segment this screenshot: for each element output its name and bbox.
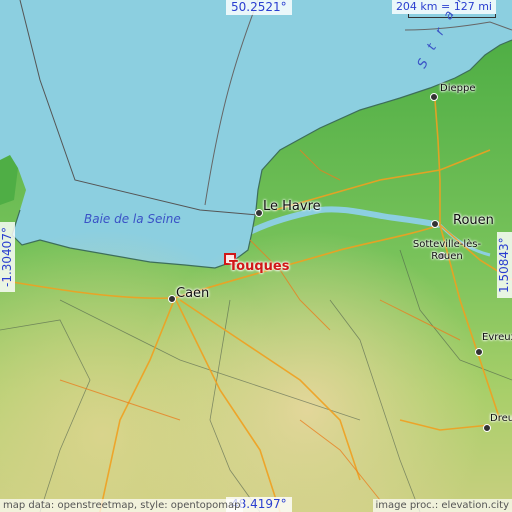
city-sotteville[interactable]: Sotteville-lès-Rouen bbox=[404, 239, 490, 263]
city-dot-evreux bbox=[475, 348, 483, 356]
attribution-left: map data: openstreetmap, style: opentopo… bbox=[0, 499, 244, 512]
coord-right-lon: 1.50843° bbox=[497, 232, 512, 298]
city-evreux[interactable]: Evreux bbox=[482, 332, 512, 343]
city-dieppe[interactable]: Dieppe bbox=[440, 83, 475, 94]
city-dot-caen bbox=[168, 295, 176, 303]
target-location-label: Touques bbox=[229, 259, 290, 274]
city-dot-dieppe bbox=[430, 93, 438, 101]
city-dot-rouen bbox=[431, 220, 439, 228]
city-dot-dreu bbox=[483, 424, 491, 432]
city-le-havre[interactable]: Le Havre bbox=[263, 199, 321, 214]
city-sotteville-label: Sotteville-lès-Rouen bbox=[412, 239, 482, 262]
bay-label: Baie de la Seine bbox=[84, 212, 181, 226]
coord-left-lon: -1.30407° bbox=[0, 222, 15, 292]
coord-top-lat: 50.2521° bbox=[226, 0, 292, 15]
city-caen[interactable]: Caen bbox=[176, 286, 209, 301]
city-dot-le-havre bbox=[255, 209, 263, 217]
city-dreu[interactable]: Dreu bbox=[490, 413, 512, 424]
elevation-map[interactable]: 50.2521° 48.4197° -1.30407° 1.50843° 204… bbox=[0, 0, 512, 512]
attribution-right: image proc.: elevation.city bbox=[372, 499, 512, 512]
city-rouen[interactable]: Rouen bbox=[453, 213, 494, 228]
